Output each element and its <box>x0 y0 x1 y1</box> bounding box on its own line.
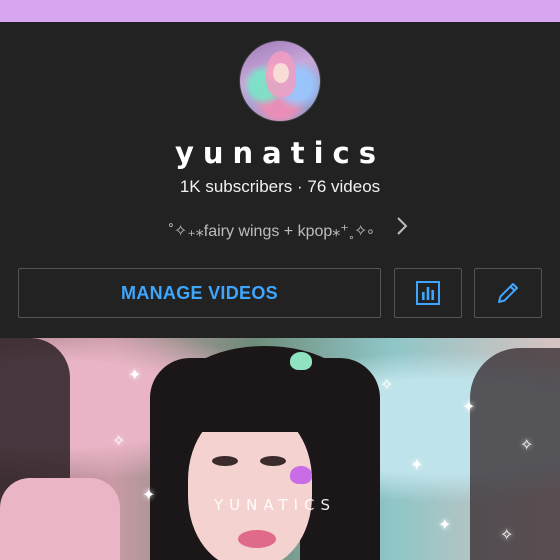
edit-channel-button[interactable] <box>474 268 542 318</box>
bar-chart-icon <box>416 281 440 305</box>
channel-banner: ✦ ✧ ✦ ✧ ✦ ✦ ✧ ✦ ✧ YUNATICS <box>0 338 560 560</box>
channel-header: yunatics 1K subscribers · 76 videos ˚✧₊⁎… <box>0 22 560 338</box>
sparkle-icon: ✦ <box>410 457 424 474</box>
butterfly-sticker-purple <box>290 466 312 484</box>
manage-videos-button[interactable]: MANAGE VIDEOS <box>18 268 381 318</box>
sparkle-icon: ✦ <box>438 517 452 534</box>
sparkle-icon: ✧ <box>380 377 394 394</box>
banner-watermark: YUNATICS <box>213 496 337 514</box>
channel-name: yunatics <box>174 136 386 170</box>
pencil-icon <box>498 283 518 303</box>
channel-stats: 1K subscribers · 76 videos <box>179 177 381 196</box>
sparkle-icon: ✧ <box>500 527 514 544</box>
sparkle-icon: ✦ <box>128 367 142 384</box>
avatar-face <box>273 63 289 83</box>
banner-lips <box>238 530 276 548</box>
banner-pink-cloth <box>0 478 120 560</box>
analytics-button[interactable] <box>394 268 462 318</box>
sparkle-icon: ✦ <box>462 399 476 416</box>
banner-right-figure <box>470 348 560 560</box>
banner-eye-right <box>260 456 286 466</box>
sparkle-icon: ✧ <box>520 437 534 454</box>
sparkle-icon: ✦ <box>142 487 156 504</box>
chevron-right-icon[interactable] <box>395 215 409 237</box>
banner-bangs <box>182 386 322 432</box>
sparkle-icon: ✧ <box>112 433 126 450</box>
channel-avatar[interactable] <box>239 40 321 122</box>
butterfly-clip-green <box>290 352 312 370</box>
top-color-band <box>0 0 560 22</box>
banner-eye-left <box>212 456 238 466</box>
channel-description[interactable]: ˚✧₊⁎fairy wings + kpop⁎⁺˳✧༚ <box>158 213 384 258</box>
